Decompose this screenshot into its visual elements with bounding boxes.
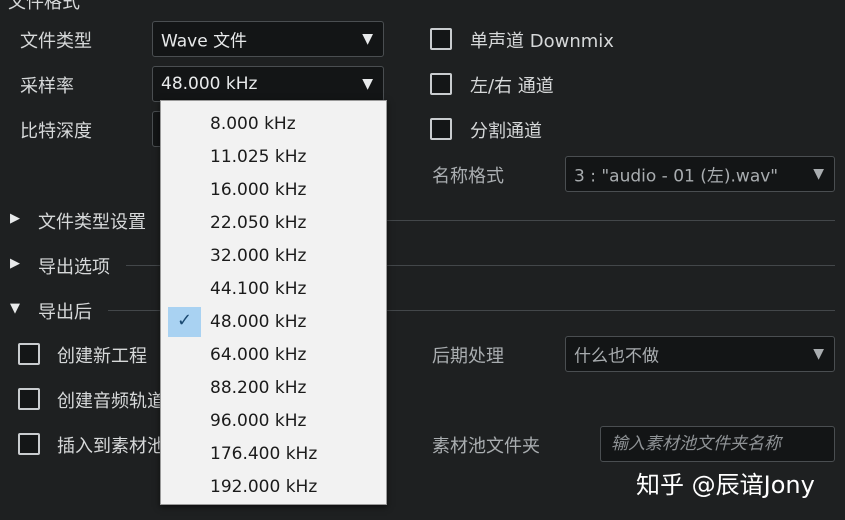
post-process-label: 后期处理 [432,346,504,367]
name-format-value: 3 : "audio - 01 (左).wav" [574,166,779,187]
sample-rate-dropdown-list[interactable]: 8.000 kHz 11.025 kHz 16.000 kHz 22.050 k… [160,100,387,505]
lr-channels-label: 左/右 通道 [470,76,554,97]
checkmark-icon: ✓ [177,310,193,331]
sample-rate-value: 48.000 kHz [161,74,258,94]
chevron-down-icon: ▼ [362,31,373,47]
option-label: 8.000 kHz [210,113,296,134]
section-title: 导出后 [38,302,92,323]
option-label: 96.000 kHz [210,410,307,431]
post-process-value: 什么也不做 [574,346,659,367]
pool-folder-input[interactable] [611,434,831,454]
expand-arrow-icon: ▶ [10,256,20,271]
pool-folder-input-box[interactable] [600,426,835,462]
lr-channels-checkbox[interactable] [430,73,452,95]
sample-rate-label: 采样率 [20,76,74,97]
sample-rate-option[interactable]: 96.000 kHz [161,404,386,437]
option-label: 192.000 kHz [210,476,318,497]
option-label: 32.000 kHz [210,245,307,266]
name-format-label: 名称格式 [432,166,504,187]
create-audio-track-label: 创建音频轨道 [57,391,165,412]
insert-pool-label: 插入到素材池 [57,436,165,457]
file-type-value: Wave 文件 [161,31,248,52]
split-channels-label: 分割通道 [470,121,542,142]
option-label: 88.200 kHz [210,377,307,398]
insert-pool-checkbox[interactable] [18,433,40,455]
sample-rate-option-selected[interactable]: ✓ 48.000 kHz [161,305,386,338]
option-label: 176.400 kHz [210,443,318,464]
collapse-arrow-icon: ▼ [10,301,20,316]
create-project-checkbox[interactable] [18,343,40,365]
sample-rate-option[interactable]: 88.200 kHz [161,371,386,404]
sample-rate-option[interactable]: 44.100 kHz [161,272,386,305]
sample-rate-select[interactable]: 48.000 kHz ▼ [152,66,384,102]
sample-rate-option[interactable]: 64.000 kHz [161,338,386,371]
bit-depth-label: 比特深度 [20,121,92,142]
section-title: 导出选项 [38,257,110,278]
option-label: 64.000 kHz [210,344,307,365]
option-label: 48.000 kHz [210,311,307,332]
sample-rate-option[interactable]: 176.400 kHz [161,437,386,470]
sample-rate-option[interactable]: 32.000 kHz [161,239,386,272]
selected-highlight: ✓ [168,307,201,337]
split-channels-checkbox[interactable] [430,118,452,140]
chevron-down-icon: ▼ [362,76,373,92]
create-audio-track-checkbox[interactable] [18,388,40,410]
mono-downmix-label: 单声道 Downmix [470,31,614,52]
name-format-select[interactable]: 3 : "audio - 01 (左).wav" ▼ [565,156,835,192]
option-label: 44.100 kHz [210,278,307,299]
create-project-label: 创建新工程 [57,346,147,367]
chevron-down-icon: ▼ [813,346,824,362]
section-header-file-format: 文件格式 [8,0,80,13]
watermark-text: 知乎 @辰谙Jony [636,471,815,499]
expand-arrow-icon: ▶ [10,211,20,226]
file-type-select[interactable]: Wave 文件 ▼ [152,21,384,57]
option-label: 16.000 kHz [210,179,307,200]
option-label: 11.025 kHz [210,146,307,167]
sample-rate-option[interactable]: 8.000 kHz [161,107,386,140]
sample-rate-option[interactable]: 11.025 kHz [161,140,386,173]
file-type-label: 文件类型 [20,31,92,52]
sample-rate-option[interactable]: 22.050 kHz [161,206,386,239]
mono-downmix-checkbox[interactable] [430,28,452,50]
section-title: 文件类型设置 [38,212,146,233]
sample-rate-option[interactable]: 192.000 kHz [161,470,386,503]
pool-folder-label: 素材池文件夹 [432,436,540,457]
post-process-select[interactable]: 什么也不做 ▼ [565,336,835,372]
option-label: 22.050 kHz [210,212,307,233]
chevron-down-icon: ▼ [813,166,824,182]
sample-rate-option[interactable]: 16.000 kHz [161,173,386,206]
